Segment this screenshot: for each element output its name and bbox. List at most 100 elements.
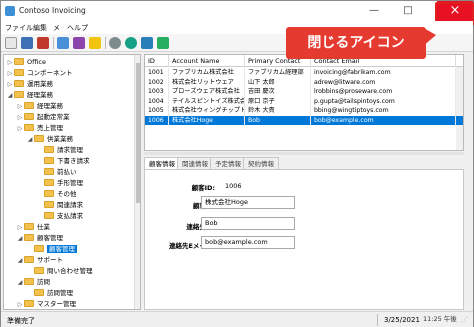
tree-item[interactable]: ▷ Office bbox=[6, 57, 46, 68]
folder-icon bbox=[44, 146, 54, 153]
expander-icon[interactable]: ▷ bbox=[16, 101, 24, 112]
tree-item[interactable]: 問い合わせ管理 bbox=[26, 266, 93, 277]
accounts-grid[interactable]: ID Account Name Primary Contact Contact … bbox=[144, 54, 464, 151]
tab-schedule-info[interactable]: 予定情報 bbox=[210, 157, 246, 169]
tree-item-label: 支払請求 bbox=[57, 212, 83, 220]
tree-item[interactable]: ▷ コンポーネント bbox=[6, 68, 73, 79]
tree-item[interactable]: 関連請求 bbox=[36, 200, 83, 211]
database-icon[interactable] bbox=[141, 37, 153, 49]
table-cell: 吉田 慶次 bbox=[245, 87, 311, 97]
expander-icon[interactable]: ▷ bbox=[6, 79, 14, 90]
close-icon-callout: 閉じるアイコン bbox=[286, 27, 426, 59]
expander-icon[interactable]: ▷ bbox=[16, 299, 24, 309]
callout-arrow bbox=[422, 27, 436, 47]
expander-icon[interactable]: ▷ bbox=[16, 123, 24, 134]
contact-name-field[interactable]: Bob bbox=[201, 217, 295, 230]
app-icon bbox=[5, 6, 15, 16]
navigation-tree[interactable]: ▷ Office ▷ コンポーネント ▷ 運用業務 ◢ 経理業務 ▷ 経理業務 ▷ 起動定常業 ▷ 売上管… bbox=[3, 54, 141, 310]
tree-item-label: 訪問管理 bbox=[47, 289, 73, 297]
grid-icon[interactable] bbox=[57, 37, 69, 49]
table-cell: lrobbins@proseware.com bbox=[311, 87, 456, 97]
tree-item[interactable]: ◢ 経理業務 bbox=[6, 90, 53, 101]
tree-item[interactable]: ▷ 仕業 bbox=[16, 222, 50, 233]
splitter[interactable] bbox=[144, 152, 464, 155]
tree-item[interactable]: ◢ 訪問 bbox=[16, 277, 50, 288]
minimize-button[interactable]: — bbox=[359, 1, 389, 21]
save-icon[interactable] bbox=[21, 37, 33, 49]
note-icon[interactable] bbox=[89, 37, 101, 49]
settings-icon[interactable] bbox=[109, 37, 121, 49]
tree-item[interactable]: 下書き請求 bbox=[36, 156, 90, 167]
clock: 11:25 午後 bbox=[423, 315, 457, 323]
excel-icon[interactable] bbox=[157, 37, 169, 49]
expander-icon[interactable]: ◢ bbox=[26, 134, 34, 145]
status-date: 3/25/2021 bbox=[384, 316, 420, 324]
expander-icon[interactable]: ▷ bbox=[6, 57, 14, 68]
title-bar[interactable]: Contoso Invoicing — □ × bbox=[1, 1, 473, 21]
delete-icon[interactable] bbox=[37, 37, 49, 49]
tree-scrollbar[interactable] bbox=[134, 55, 140, 309]
menu-edit[interactable]: 編集 bbox=[33, 23, 47, 33]
contact-email-field[interactable]: bob@example.com bbox=[201, 236, 295, 249]
tree-item[interactable]: 請求管理 bbox=[36, 145, 83, 156]
tree-item[interactable]: ▷ 起動定常業 bbox=[16, 112, 70, 123]
window-title: Contoso Invoicing bbox=[19, 6, 86, 15]
menu-file[interactable]: ファイル bbox=[5, 23, 33, 33]
table-cell: adrew@litware.com bbox=[311, 77, 456, 87]
tree-item[interactable]: ▷ 運用業務 bbox=[6, 79, 53, 90]
tree-item[interactable]: 支払請求 bbox=[36, 211, 83, 222]
tree-item[interactable]: ▷ 売上管理 bbox=[16, 123, 63, 134]
expander-icon[interactable]: ▷ bbox=[16, 112, 24, 123]
tree-item[interactable]: ◢ 供業業務 bbox=[26, 134, 73, 145]
table-row[interactable]: 1005株式会社ウィングチップトイズ鈴木 大貴bbing@wingtiptoys… bbox=[145, 106, 463, 116]
toolbar-separator bbox=[53, 37, 54, 49]
tab-contract-info[interactable]: 契約情報 bbox=[243, 157, 279, 169]
expander-icon[interactable]: ▷ bbox=[6, 68, 14, 79]
customer-name-field[interactable]: 株式会社Hoge bbox=[201, 196, 295, 209]
tree-item[interactable]: ▷ マスター管理 bbox=[16, 299, 76, 309]
tree-item-label: マスター管理 bbox=[37, 300, 76, 308]
new-icon[interactable] bbox=[5, 37, 17, 49]
table-row[interactable]: 1002 株式会社リットウェア 山下 太郎 adrew@litware.com bbox=[145, 77, 463, 87]
table-cell: 1001 bbox=[145, 68, 169, 78]
column-header-account-name[interactable]: Account Name bbox=[169, 55, 245, 67]
tab-related-info[interactable]: 関連情報 bbox=[177, 157, 213, 169]
table-row[interactable]: 1006 株式会社Hoge Bob bob@example.com bbox=[145, 115, 463, 125]
expander-icon[interactable]: ▷ bbox=[16, 222, 24, 233]
tree-scroll-thumb[interactable] bbox=[136, 63, 140, 203]
resize-grip[interactable]: ⋰ bbox=[461, 316, 468, 324]
tree-item[interactable]: 訪問管理 bbox=[26, 288, 73, 299]
tree-item[interactable]: ◢ 顧客管理 bbox=[16, 233, 63, 244]
tree-item[interactable]: 手形管理 bbox=[36, 178, 83, 189]
table-row[interactable]: 1004 テイルスピントイズ株式会社 原口 京子 p.gupta@tailspinto… bbox=[145, 96, 463, 106]
folder-icon bbox=[24, 223, 34, 230]
tree-item-label: コンポーネント bbox=[27, 69, 73, 77]
tree-item[interactable]: ◢ サポート bbox=[16, 255, 63, 266]
expander-icon[interactable]: ◢ bbox=[16, 255, 24, 266]
globe-icon[interactable] bbox=[125, 37, 137, 49]
expander-icon[interactable]: ◢ bbox=[16, 233, 24, 244]
customer-detail-panel: 顧客ID: 1006 顧客名: 株式会社Hoge 連絡先名: Bob 連絡先Eメ… bbox=[144, 169, 464, 310]
table-cell: 鈴木 大貴 bbox=[245, 106, 311, 116]
tree-item[interactable]: 顧客管理 bbox=[26, 244, 77, 255]
column-header-id[interactable]: ID bbox=[145, 55, 169, 67]
detail-tabs: 顧客情報 関連情報 予定情報 契約情報 bbox=[144, 157, 464, 170]
tree-item[interactable]: 前払い bbox=[36, 167, 77, 178]
expander-icon[interactable]: ◢ bbox=[16, 277, 24, 288]
tree-item[interactable]: その他 bbox=[36, 189, 77, 200]
menu-help[interactable]: ヘルプ bbox=[67, 23, 88, 33]
expander-icon[interactable]: ◢ bbox=[6, 90, 14, 101]
toolbar-separator bbox=[105, 37, 106, 49]
menu-me[interactable]: メ bbox=[53, 23, 60, 33]
tree-item[interactable]: ▷ 経理業務 bbox=[16, 101, 63, 112]
folder-icon bbox=[24, 124, 34, 131]
folder-icon bbox=[44, 190, 54, 197]
table-cell: 山下 太郎 bbox=[245, 77, 311, 87]
folder-icon bbox=[14, 80, 24, 87]
table-row[interactable]: 1001 ファブリカム株式会社 ファブリカム経理部 invoicing@fabrika… bbox=[145, 68, 463, 78]
table-row[interactable]: 1003 プローズウェア株式会社 吉田 慶次 lrobbins@proseware.c… bbox=[145, 87, 463, 97]
table-cell: p.gupta@tailspintoys.com bbox=[311, 96, 456, 106]
edit-icon[interactable] bbox=[73, 37, 85, 49]
maximize-button[interactable]: □ bbox=[393, 1, 423, 21]
folder-icon bbox=[44, 157, 54, 164]
